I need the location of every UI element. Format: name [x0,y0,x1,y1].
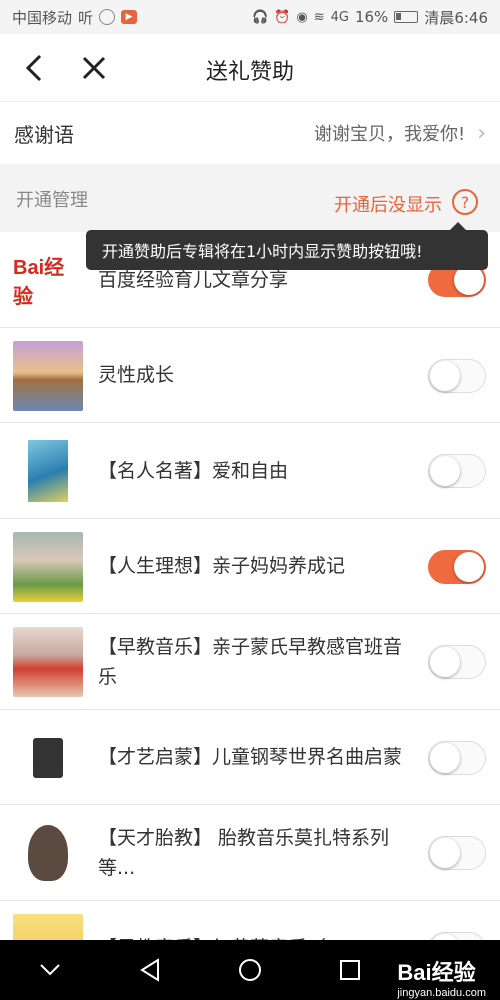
watermark-url: jingyan.baidu.com [397,987,486,999]
wifi-icon: ≋ [313,9,325,25]
list-item: 【天才胎教】 胎教音乐莫扎特系列等... [0,805,500,901]
album-title: 灵性成长 [98,364,175,386]
sponsor-toggle[interactable] [428,549,486,584]
album-thumbnail: Bai经验 [13,245,83,315]
album-title: 【早教音乐】亲子蒙氏早教感官班音乐 [98,635,403,688]
section-label: 开通管理 [16,190,88,211]
help-icon[interactable]: ? [452,189,478,215]
album-thumbnail [13,818,83,888]
toggle-knob [454,551,484,582]
toggle-knob [430,742,460,773]
baidu-watermark-logo: Bai经验 jingyan.baidu.com [397,955,486,999]
video-app-icon: ▶ [121,10,138,24]
album-title: 【人生理想】亲子妈妈养成记 [98,555,346,577]
thanks-message-row[interactable]: 感谢语 谢谢宝贝，我爱你! › [0,102,500,164]
album-title: 【名人名著】爱和自由 [98,459,289,482]
home-circle-icon[interactable] [230,950,270,990]
sponsor-toggle[interactable] [428,836,486,870]
album-thumbnail [13,722,83,793]
eye-icon: ◉ [296,9,308,25]
signal-icon: 4G [330,9,349,25]
list-item: 【才艺启蒙】儿童钢琴世界名曲启蒙 [0,709,500,805]
battery-percent: 16% [354,8,389,26]
qq-icon [99,9,116,25]
page-title: 送礼赞助 [205,60,294,85]
status-bar: 中国移动 听 ▶ 🎧 ⏰ ◉ ≋ 4G 16% 清晨6:46 [0,0,500,34]
silhouette-image [28,825,68,881]
thanks-label: 感谢语 [14,122,74,147]
list-item: 【早教音乐】亲子蒙氏早教感官班音乐 [0,614,500,710]
carrier-name: 中国移动 [12,8,73,27]
list-item: 【人生理想】亲子妈妈养成记 [0,518,500,614]
section-header: 开通管理 开通后没显示 ? [0,164,500,232]
not-showing-link[interactable]: 开通后没显示 [334,191,442,217]
toggle-knob [430,456,460,486]
album-thumbnail [13,627,83,697]
recents-square-icon[interactable] [330,950,370,990]
watermark-text: Bai经验 [397,960,476,985]
nav-bar: 送礼赞助 [0,34,500,102]
album-list: Bai经验 百度经验育儿文章分享 灵性成长 【名人名著】爱和自由 【人生理想】亲… [0,232,500,996]
toggle-knob [430,647,460,677]
chevron-down-icon[interactable] [30,950,70,990]
sponsor-toggle[interactable] [428,645,486,679]
carrier-suffix: 听 [78,8,94,27]
chevron-right-icon: › [477,120,486,146]
battery-icon [394,11,419,23]
sponsor-toggle[interactable] [428,358,486,393]
album-title: 【才艺启蒙】儿童钢琴世界名曲启蒙 [98,746,403,768]
album-thumbnail [13,531,83,602]
status-right: 🎧 ⏰ ◉ ≋ 4G 16% 清晨6:46 [252,7,488,28]
status-left: 中国移动 听 ▶ [12,7,138,28]
clock: 清晨6:46 [424,8,488,27]
alarm-icon: ⏰ [274,9,291,25]
list-item: 灵性成长 [0,327,500,423]
list-item: 【名人名著】爱和自由 [0,423,500,519]
piano-image [33,737,63,778]
sponsor-toggle[interactable] [428,454,486,488]
tooltip-text: 开通赞助后专辑将在1小时内显示赞助按钮哦! [102,242,423,261]
thanks-value: 谢谢宝贝，我爱你! [313,124,466,145]
headphones-icon: 🎧 [251,9,269,25]
tooltip: 开通赞助后专辑将在1小时内显示赞助按钮哦! [86,222,488,270]
sponsor-toggle[interactable] [428,740,486,775]
album-thumbnail [13,340,83,411]
album-title: 【天才胎教】 胎教音乐莫扎特系列等... [98,826,390,879]
album-thumbnail [13,436,83,506]
back-triangle-icon[interactable] [130,950,170,990]
toggle-knob [430,360,460,391]
toggle-knob [430,838,460,868]
book-cover-image [28,440,68,502]
